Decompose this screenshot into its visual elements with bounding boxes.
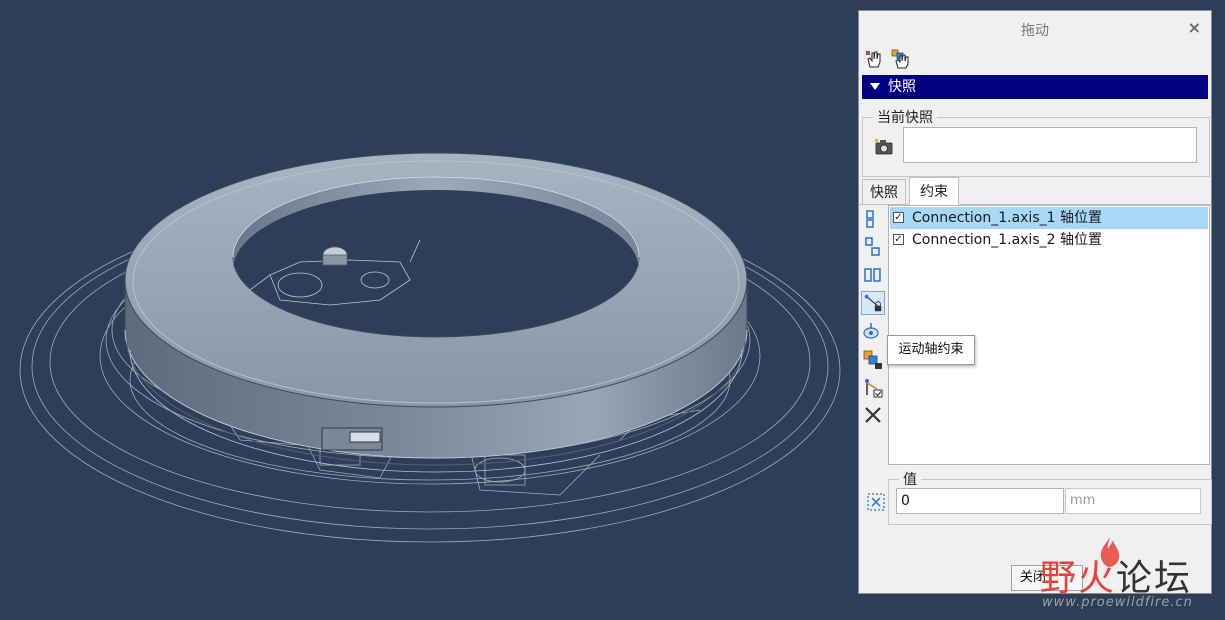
list-item[interactable]: ✓ Connection_1.axis_2 轴位置: [890, 229, 1208, 251]
align-points-icon[interactable]: [861, 235, 885, 259]
enable-constraint-icon[interactable]: [861, 375, 885, 399]
knob-part: [322, 246, 348, 266]
constraint-label: Connection_1.axis_2 轴位置: [912, 232, 1102, 248]
constraint-checkbox[interactable]: ✓: [893, 212, 904, 223]
tab-constraints[interactable]: 约束: [909, 177, 959, 205]
side-clip: [321, 427, 383, 451]
dialog-titlebar[interactable]: 拖动 ×: [859, 11, 1211, 47]
constraint-label: Connection_1.axis_1 轴位置: [912, 210, 1102, 226]
list-item[interactable]: ✓ Connection_1.axis_1 轴位置: [890, 207, 1208, 229]
snapshot-section-header[interactable]: 快照: [862, 75, 1208, 99]
align-edges-icon[interactable]: [861, 207, 885, 231]
value-group-label: 值: [903, 472, 917, 488]
snapshot-section-label: 快照: [888, 79, 916, 95]
tooltip: 运动轴约束: [887, 335, 975, 365]
watermark-text-part1: 野火: [1040, 558, 1117, 599]
snapshot-name-input[interactable]: [903, 127, 1197, 163]
snapshot-camera-icon[interactable]: [873, 137, 895, 157]
watermark-url: www.proewildfire.cn: [1042, 595, 1193, 610]
tab-snapshot[interactable]: 快照: [862, 179, 906, 205]
body-drag-icon[interactable]: [891, 49, 911, 69]
lock-body-icon[interactable]: [861, 347, 885, 371]
watermark: 野火论坛 www.proewildfire.cn: [1035, 535, 1225, 620]
watermark-text-part2: 论坛: [1116, 558, 1193, 599]
value-input[interactable]: 0: [896, 488, 1064, 514]
delete-icon[interactable]: [861, 403, 885, 427]
value-icon[interactable]: [865, 491, 887, 513]
body-constraint-icon[interactable]: [861, 319, 885, 343]
dialog-title: 拖动: [1021, 23, 1049, 39]
parallel-icon[interactable]: [861, 263, 885, 287]
drag-dialog: 拖动 × 快照 当前快照 快照 约束 ✓ Connection_1.axis_1…: [858, 10, 1212, 594]
constraint-checkbox[interactable]: ✓: [893, 234, 904, 245]
current-snapshot-label: 当前快照: [877, 110, 933, 126]
point-drag-icon[interactable]: [864, 49, 884, 69]
close-icon[interactable]: ×: [1188, 18, 1201, 37]
unit-field[interactable]: mm: [1065, 488, 1201, 514]
watermark-text: 野火论坛: [1040, 549, 1192, 601]
collapse-triangle-icon[interactable]: [870, 82, 880, 90]
motion-axis-constraint-icon[interactable]: [861, 291, 885, 315]
